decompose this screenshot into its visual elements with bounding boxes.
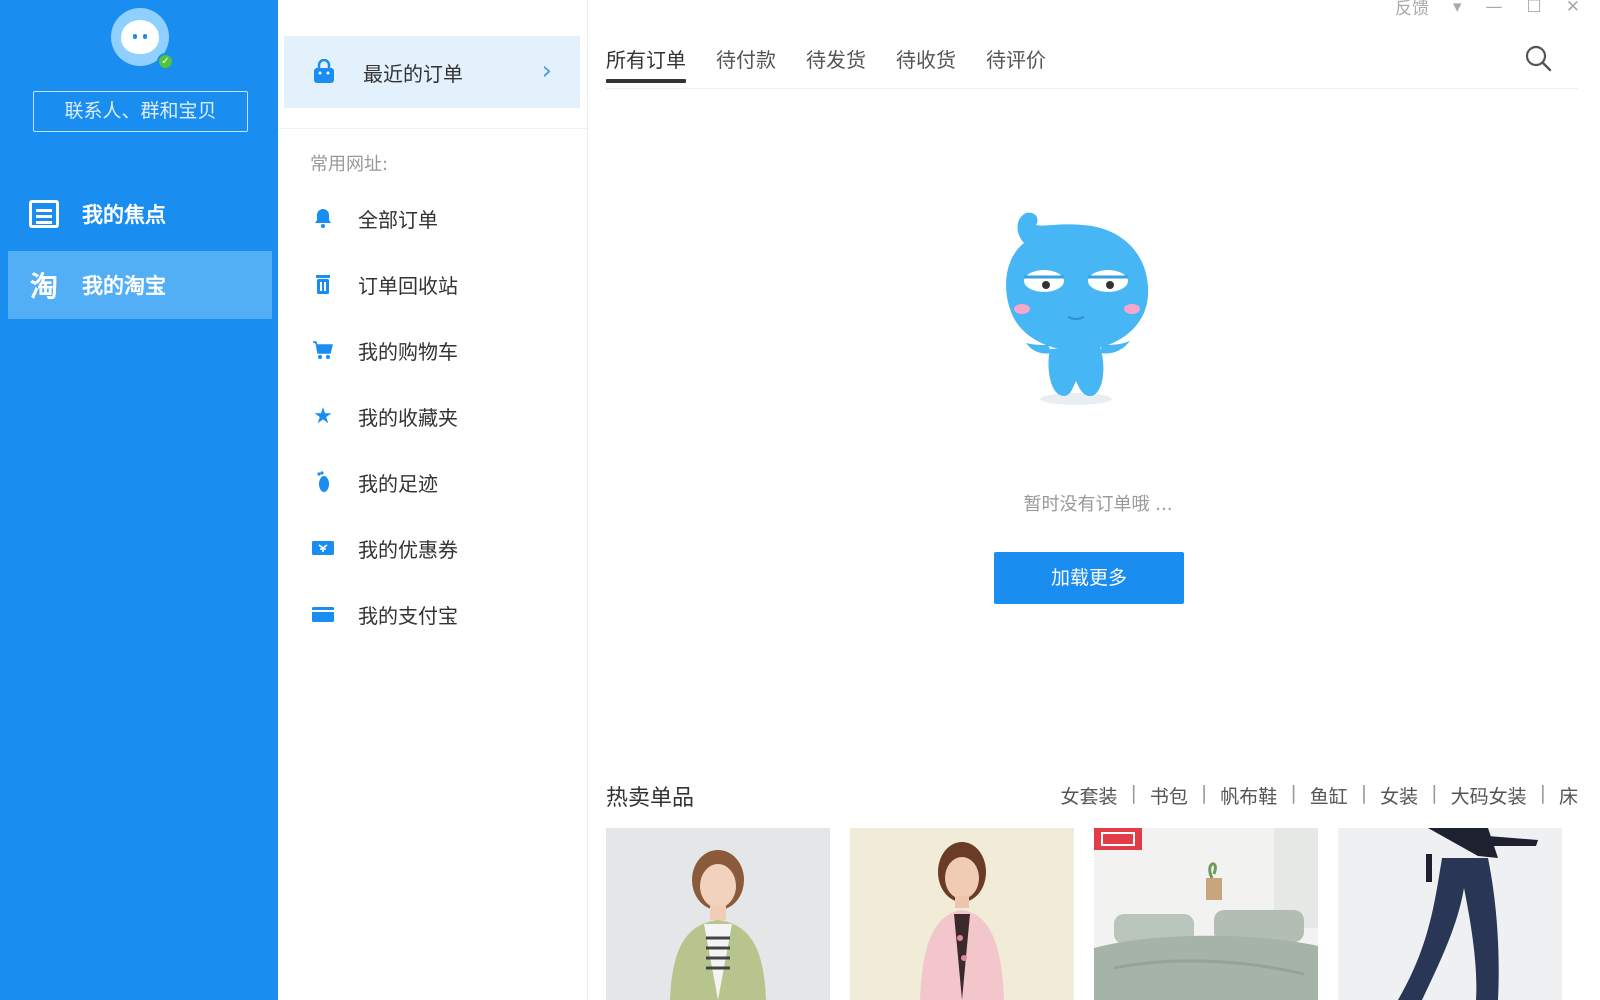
link-order-recycle-bin[interactable]: 订单回收站 [310,264,570,304]
link-label: 我的支付宝 [358,603,458,628]
shopping-bag-icon [314,59,334,83]
link-coupons[interactable]: 我的优惠券 [310,528,570,568]
product-card[interactable] [1094,828,1318,1000]
category-link[interactable]: 帆布鞋 [1220,782,1277,809]
category-link[interactable]: 床 [1559,782,1578,809]
tab-pending-payment[interactable]: 待付款 [716,44,776,83]
link-shopping-cart[interactable]: 我的购物车 [310,330,570,370]
category-link[interactable]: 书包 [1150,782,1188,809]
focus-icon [28,198,60,230]
hot-products-title: 热卖单品 [606,786,695,811]
link-label: 我的购物车 [358,339,458,364]
separator: | [1539,782,1546,804]
maximize-icon[interactable]: ☐ [1527,0,1542,17]
coupon-icon [310,535,336,561]
tab-all-orders[interactable]: 所有订单 [606,44,686,83]
separator: | [1290,782,1297,804]
avatar-face-icon [121,20,159,54]
minimize-icon[interactable]: — [1486,0,1503,17]
footprint-icon [310,469,336,495]
product-image [1338,828,1562,1000]
window-controls: 反馈 ▾ — ☐ ✕ [1395,0,1580,19]
recent-orders-label: 最近的订单 [363,61,463,86]
left-sidebar: ✓ 联系人、群和宝贝 我的焦点 淘 我的淘宝 [0,0,278,1000]
wallet-icon [310,601,336,627]
link-label: 我的足迹 [358,471,438,496]
link-favorites[interactable]: ★ 我的收藏夹 [310,396,570,436]
tab-pending-shipment[interactable]: 待发货 [806,44,866,83]
tab-pending-receipt[interactable]: 待收货 [896,44,956,83]
online-status-icon: ✓ [157,53,174,70]
separator: | [1130,782,1137,804]
star-icon: ★ [313,403,333,429]
tabs-divider [606,88,1578,89]
load-more-button[interactable]: 加载更多 [994,552,1184,604]
chevron-right-icon: › [541,56,552,86]
order-nav-panel: 最近的订单 › 常用网址: 全部订单 订单回收站 我的购物车 ★ 我的收藏夹 我… [278,0,588,1000]
link-label: 我的优惠券 [358,537,458,562]
product-image [850,828,1074,1000]
contact-search-input[interactable]: 联系人、群和宝贝 [33,91,248,132]
product-image [1094,828,1318,1000]
product-card[interactable] [606,828,830,1000]
search-icon[interactable] [1524,44,1552,72]
category-link[interactable]: 女套装 [1060,782,1117,809]
taobao-icon: 淘 [29,270,58,303]
sidebar-item-my-taobao[interactable]: 淘 我的淘宝 [8,251,272,319]
order-main-panel: 反馈 ▾ — ☐ ✕ 所有订单 待付款 待发货 待收货 待评价 暂时没有订单哦 … [588,0,1600,1000]
link-label: 我的收藏夹 [358,405,458,430]
separator: | [1200,782,1208,804]
dropdown-icon[interactable]: ▾ [1453,0,1462,17]
link-label: 全部订单 [358,207,438,232]
link-footprints[interactable]: 我的足迹 [310,462,570,502]
sidebar-item-my-focus[interactable]: 我的焦点 [8,180,272,248]
common-links-label: 常用网址: [310,154,389,175]
link-all-orders[interactable]: 全部订单 [310,198,570,238]
tab-pending-review[interactable]: 待评价 [986,44,1046,83]
order-tabs: 所有订单 待付款 待发货 待收货 待评价 [606,44,1076,83]
product-card[interactable] [1338,828,1562,1000]
category-link[interactable]: 女装 [1380,782,1418,809]
separator: | [1431,782,1438,804]
feedback-button[interactable]: 反馈 [1395,0,1429,19]
cart-icon [310,337,336,363]
empty-orders-text: 暂时没有订单哦 ... [1023,494,1173,515]
category-link[interactable]: 大码女装 [1451,782,1527,809]
empty-mascot-icon [1006,212,1149,405]
separator: | [1360,782,1368,804]
sidebar-item-label: 我的焦点 [82,203,166,227]
category-link[interactable]: 鱼缸 [1310,782,1348,809]
hot-products-grid [606,828,1578,1000]
link-label: 订单回收站 [358,273,458,298]
sidebar-item-label: 我的淘宝 [82,274,166,298]
link-alipay[interactable]: 我的支付宝 [310,594,570,634]
hot-categories: 女套装 | 书包 | 帆布鞋 | 鱼缸 | 女装 | 大码女装 | 床 [1060,782,1578,809]
product-image [606,828,830,1000]
product-card[interactable] [850,828,1074,1000]
divider [278,128,588,129]
close-icon[interactable]: ✕ [1566,0,1580,17]
bell-icon [310,205,336,231]
recent-orders-button[interactable]: 最近的订单 › [284,36,580,108]
trash-icon [310,271,336,297]
